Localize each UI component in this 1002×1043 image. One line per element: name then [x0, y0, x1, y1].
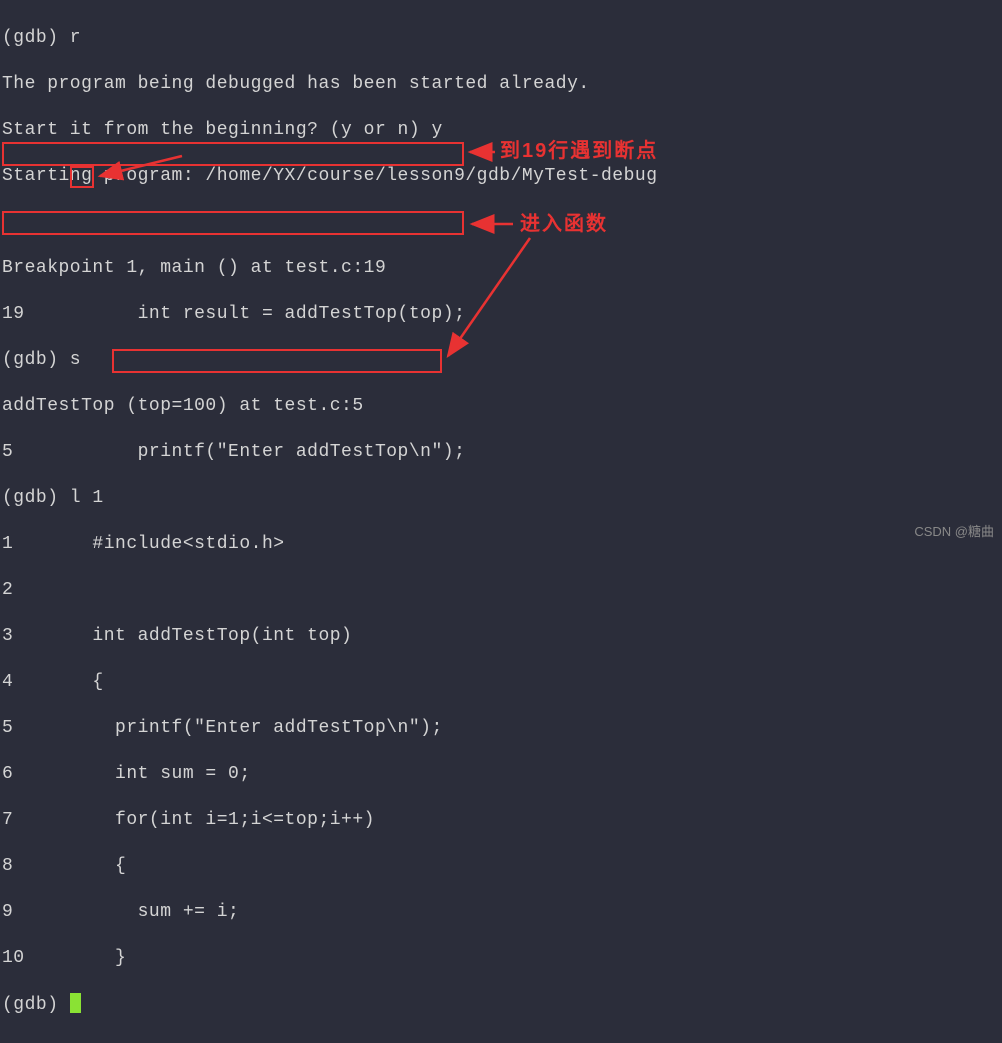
output-line: (gdb) r [2, 27, 1000, 50]
output-line: 19 int result = addTestTop(top); [2, 303, 1000, 326]
output-line: addTestTop (top=100) at test.c:5 [2, 395, 1000, 418]
prompt-line[interactable]: (gdb) [2, 993, 1000, 1016]
output-line: 6 int sum = 0; [2, 763, 1000, 786]
output-line: 4 { [2, 671, 1000, 694]
prompt-text: (gdb) [2, 995, 70, 1015]
output-line: 9 sum += i; [2, 901, 1000, 924]
output-line: The program being debugged has been star… [2, 73, 1000, 96]
output-line [2, 211, 1000, 234]
output-line: Starting program: /home/YX/course/lesson… [2, 165, 1000, 188]
output-line: (gdb) s [2, 349, 1000, 372]
output-line: 10 } [2, 947, 1000, 970]
output-line: 5 printf("Enter addTestTop\n"); [2, 717, 1000, 740]
annotation-enter-func: 进入函数 [520, 213, 608, 236]
output-line: Start it from the beginning? (y or n) y [2, 119, 1000, 142]
output-line: 5 printf("Enter addTestTop\n"); [2, 441, 1000, 464]
output-line: 3 int addTestTop(int top) [2, 625, 1000, 648]
output-line: Breakpoint 1, main () at test.c:19 [2, 257, 1000, 280]
watermark: CSDN @糖曲 [914, 520, 994, 543]
annotation-breakpoint: 到19行遇到断点 [500, 140, 658, 163]
output-line: 1 #include<stdio.h> [2, 533, 1000, 556]
output-line: (gdb) l 1 [2, 487, 1000, 510]
cursor-block [70, 993, 81, 1013]
output-line: 7 for(int i=1;i<=top;i++) [2, 809, 1000, 832]
output-line: 2 [2, 579, 1000, 602]
output-line: 8 { [2, 855, 1000, 878]
